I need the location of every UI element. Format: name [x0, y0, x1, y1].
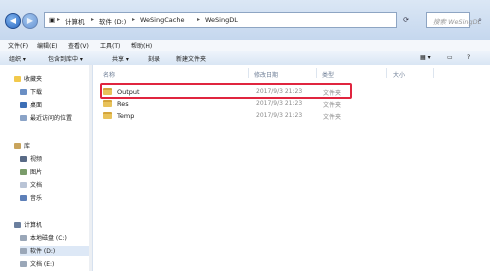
folder-icon: ▣ [49, 16, 56, 24]
drive-icon [20, 235, 27, 241]
picture-icon [20, 169, 27, 175]
menu-view[interactable]: 查看(V) [68, 41, 89, 50]
file-name: Res [117, 100, 129, 108]
column-divider[interactable] [248, 68, 249, 78]
library-icon [14, 143, 21, 149]
menu-bar: 文件(F) 编辑(E) 查看(V) 工具(T) 帮助(H) [0, 40, 490, 51]
highlight-box [100, 83, 352, 99]
document-icon [20, 182, 27, 188]
new-folder-button[interactable]: 新建文件夹 [176, 54, 206, 63]
file-name: Temp [117, 112, 135, 120]
forward-icon[interactable]: ▶ [22, 13, 38, 29]
title-bar: ◀ ▶ ▣ ▸ 计算机 ▸ 软件 (D:) ▸ WeSingCache ▸ We… [0, 0, 490, 40]
preview-pane-icon[interactable]: ▭ [447, 54, 453, 61]
address-separator: ▸ [197, 16, 201, 23]
nav-favorites[interactable]: 收藏夹 [14, 74, 42, 84]
nav-desktop[interactable]: 桌面 [20, 100, 42, 110]
music-icon [20, 195, 27, 201]
drive-icon [20, 261, 27, 267]
column-size[interactable]: 大小 [393, 70, 405, 79]
nav-label: 软件 (D:) [30, 248, 56, 255]
nav-drive-d[interactable]: 软件 (D:) [20, 246, 90, 256]
organize-button[interactable]: 组织 ▾ [9, 54, 26, 63]
column-divider[interactable] [386, 68, 387, 78]
nav-label: 最近访问的位置 [30, 115, 73, 122]
menu-file[interactable]: 文件(F) [8, 41, 28, 50]
nav-label: 收藏夹 [24, 76, 43, 83]
nav-music[interactable]: 音乐 [20, 193, 42, 203]
nav-computer[interactable]: 计算机 [14, 220, 42, 230]
breadcrumb-wesingdl[interactable]: WeSingDL [205, 16, 238, 24]
nav-label: 文档 [30, 182, 43, 189]
nav-downloads[interactable]: 下载 [20, 87, 42, 97]
video-icon [20, 156, 27, 162]
nav-label: 下载 [30, 89, 43, 96]
desktop-icon [20, 102, 27, 108]
column-divider[interactable] [316, 68, 317, 78]
file-row-temp[interactable]: Temp 2017/9/3 21:23 文件夹 [103, 110, 363, 121]
nav-videos[interactable]: 视频 [20, 154, 42, 164]
nav-drive-c[interactable]: 本地磁盘 (C:) [20, 233, 67, 243]
share-button[interactable]: 共享 ▾ [112, 54, 129, 63]
include-in-library-button[interactable]: 包含到库中 ▾ [48, 54, 83, 63]
back-icon[interactable]: ◀ [5, 13, 21, 29]
nav-label: 文档 (E:) [30, 261, 55, 268]
menu-help[interactable]: 帮助(H) [131, 41, 152, 50]
nav-label: 本地磁盘 (C:) [30, 235, 67, 242]
folder-icon [103, 100, 112, 107]
breadcrumb-drive-d[interactable]: 软件 (D:) [99, 16, 126, 26]
file-row-res[interactable]: Res 2017/9/3 21:23 文件夹 [103, 98, 363, 109]
breadcrumb-computer[interactable]: 计算机 [65, 16, 85, 26]
help-icon[interactable]: ? [467, 54, 470, 61]
nav-label: 视频 [30, 156, 43, 163]
refresh-icon[interactable]: ⟳ [400, 15, 412, 25]
navigation-scrollbar[interactable] [89, 65, 92, 271]
nav-label: 音乐 [30, 195, 43, 202]
drive-icon [20, 248, 27, 254]
column-date[interactable]: 修改日期 [254, 70, 278, 79]
address-separator: ▸ [91, 16, 95, 23]
recent-places-icon [20, 115, 27, 121]
burn-button[interactable]: 刻录 [148, 54, 160, 63]
nav-label: 库 [24, 143, 31, 150]
nav-label: 桌面 [30, 102, 43, 109]
column-divider[interactable] [433, 68, 434, 78]
address-separator: ▸ [132, 16, 136, 23]
breadcrumb-wesingcache[interactable]: WeSingCache [140, 16, 184, 24]
search-icon[interactable]: ⌕ [474, 15, 486, 25]
download-icon [20, 89, 27, 95]
column-name[interactable]: 名称 [103, 70, 115, 79]
file-date: 2017/9/3 21:23 [256, 112, 303, 119]
nav-libraries[interactable]: 库 [14, 141, 30, 151]
address-separator: ▸ [57, 16, 61, 23]
star-icon [14, 76, 21, 82]
file-type: 文件夹 [323, 114, 342, 121]
column-type[interactable]: 类型 [322, 70, 334, 79]
file-type: 文件夹 [323, 102, 342, 109]
nav-documents[interactable]: 文档 [20, 180, 42, 190]
computer-icon [14, 222, 21, 228]
view-options-icon[interactable]: ▦ ▾ [420, 54, 431, 61]
file-date: 2017/9/3 21:23 [256, 100, 303, 107]
nav-drive-e[interactable]: 文档 (E:) [20, 259, 54, 269]
nav-label: 图片 [30, 169, 43, 176]
nav-recent[interactable]: 最近访问的位置 [20, 113, 72, 123]
search-input[interactable]: 搜索 WeSingDL [426, 12, 481, 28]
navigation-pane: 收藏夹 下载 桌面 最近访问的位置 库 视频 图片 文档 音乐 计算机 本地磁盘… [0, 65, 93, 271]
address-bar[interactable]: ▣ ▸ 计算机 ▸ 软件 (D:) ▸ WeSingCache ▸ WeSing… [44, 12, 397, 28]
menu-edit[interactable]: 编辑(E) [37, 41, 57, 50]
nav-label: 计算机 [24, 222, 43, 229]
nav-pictures[interactable]: 图片 [20, 167, 42, 177]
folder-icon [103, 112, 112, 119]
command-bar: 组织 ▾ 包含到库中 ▾ 共享 ▾ 刻录 新建文件夹 ▦ ▾ ▭ ? [0, 51, 490, 66]
menu-tools[interactable]: 工具(T) [100, 41, 120, 50]
